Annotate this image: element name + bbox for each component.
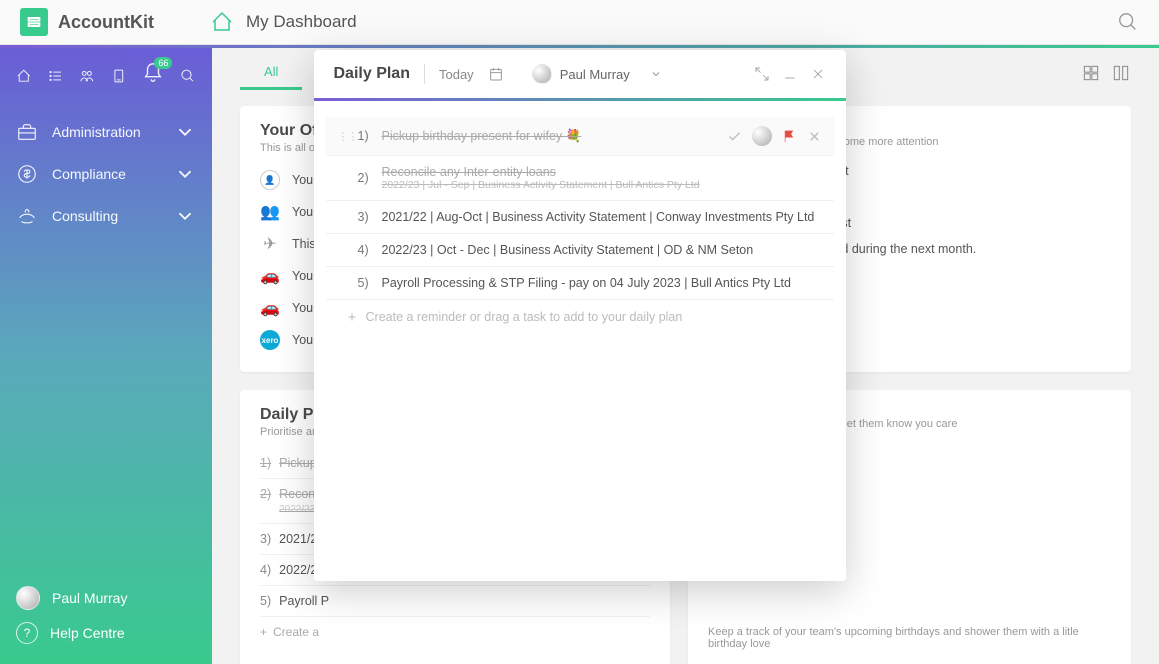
user-selector[interactable]: Paul Murray — [532, 64, 662, 84]
task-row[interactable]: 5) Payroll Processing & STP Filing - pay… — [326, 267, 834, 300]
modal-header: Daily Plan Today Paul Murray — [314, 50, 846, 98]
drag-handle-icon[interactable]: ⋮⋮ — [338, 130, 350, 143]
minimize-icon[interactable] — [782, 66, 798, 82]
calendar-icon[interactable] — [488, 66, 504, 82]
plus-icon — [346, 311, 358, 323]
flag-icon[interactable] — [782, 129, 797, 144]
task-row[interactable]: 4) 2022/23 | Oct - Dec | Business Activi… — [326, 234, 834, 267]
modal-actions — [754, 66, 826, 82]
chevron-down-icon — [650, 68, 662, 80]
user-name: Paul Murray — [560, 67, 630, 82]
divider — [424, 64, 425, 84]
collapse-icon[interactable] — [754, 66, 770, 82]
modal-backdrop: Daily Plan Today Paul Murray ⋮⋮ 1) Picku… — [0, 0, 1159, 664]
today-label[interactable]: Today — [439, 67, 474, 82]
modal-title: Daily Plan — [334, 65, 410, 83]
avatar — [532, 64, 552, 84]
close-icon[interactable] — [810, 66, 826, 82]
daily-plan-modal: Daily Plan Today Paul Murray ⋮⋮ 1) Picku… — [314, 50, 846, 581]
modal-body: ⋮⋮ 1) Pickup birthday present for wifey … — [314, 101, 846, 581]
create-reminder[interactable]: Create a reminder or drag a task to add … — [326, 300, 834, 334]
task-row[interactable]: ⋮⋮ 1) Pickup birthday present for wifey … — [326, 117, 834, 156]
task-row[interactable]: 2) Reconcile any Inter-entity loans2022/… — [326, 156, 834, 201]
task-row[interactable]: 3) 2021/22 | Aug-Oct | Business Activity… — [326, 201, 834, 234]
check-icon[interactable] — [727, 129, 742, 144]
avatar[interactable] — [752, 126, 772, 146]
close-icon[interactable] — [807, 129, 822, 144]
